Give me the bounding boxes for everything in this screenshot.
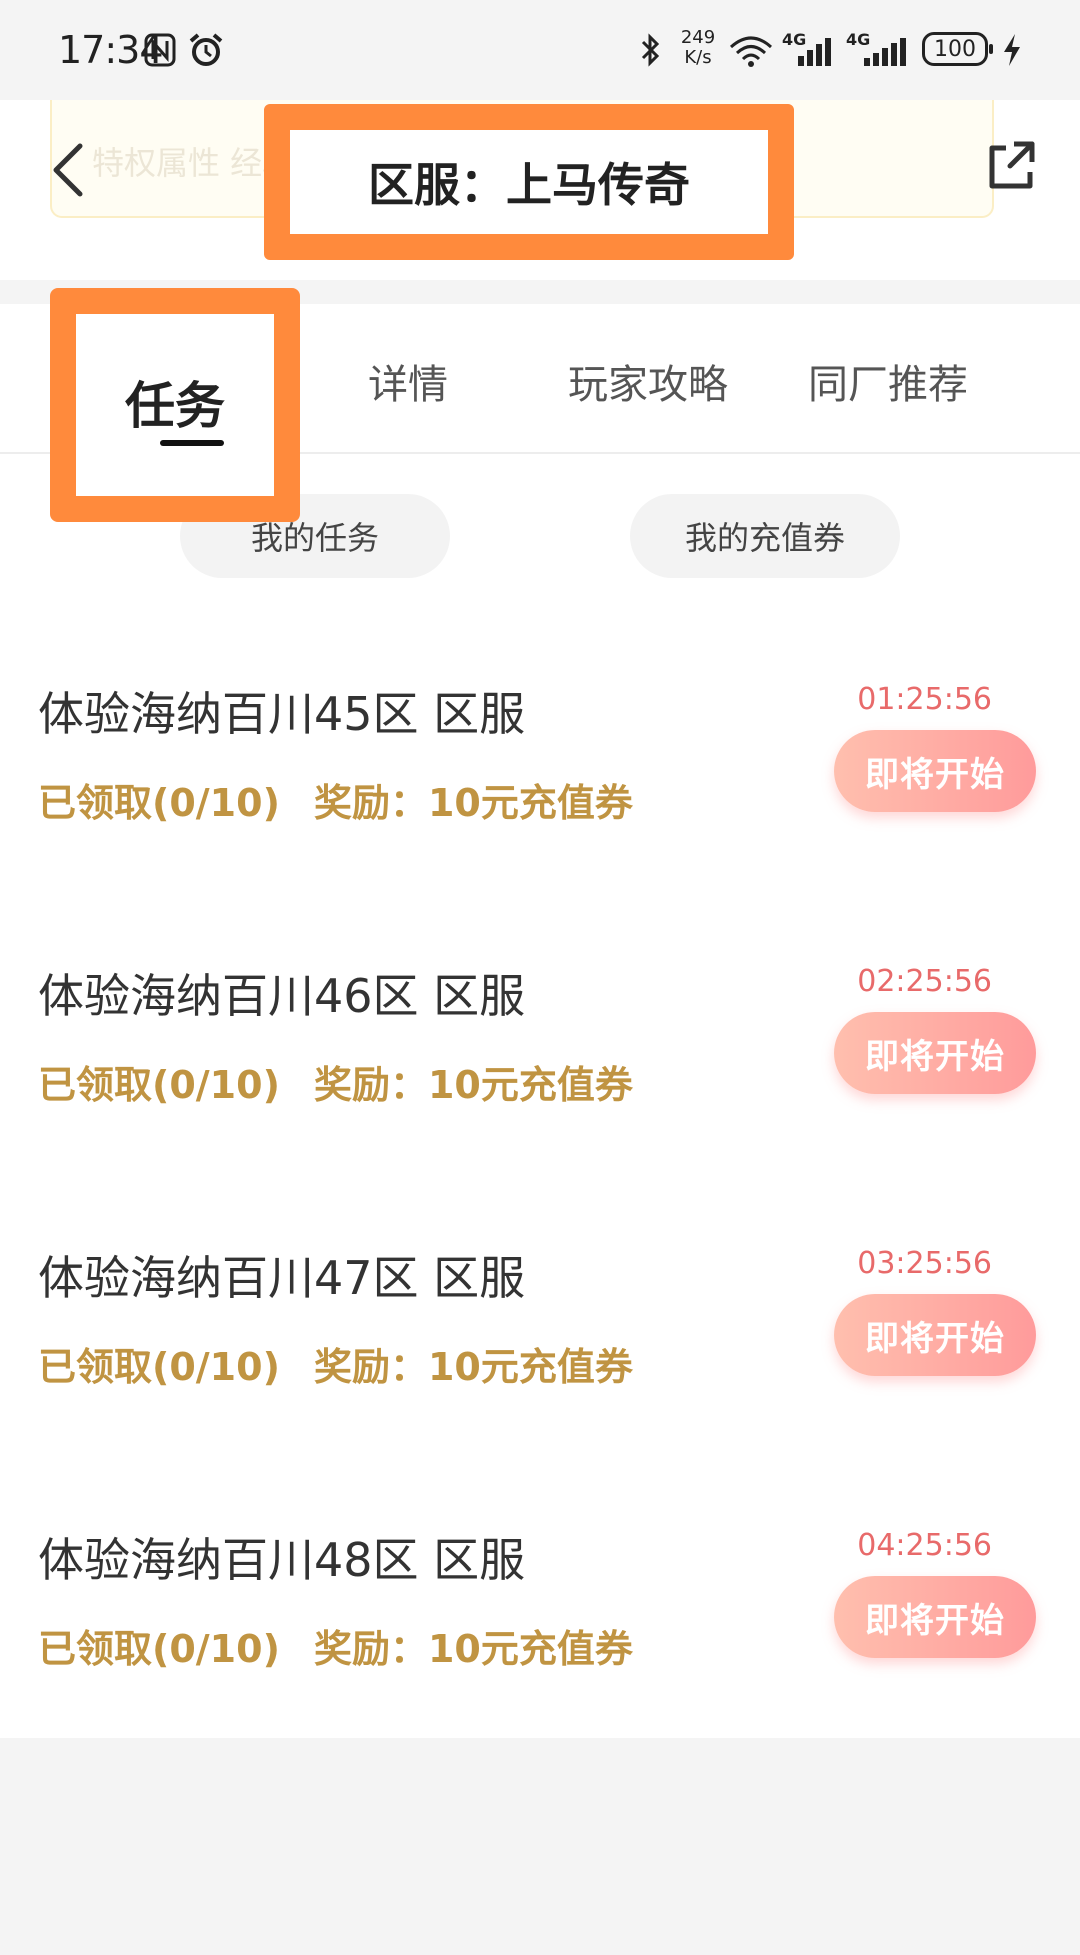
share-button[interactable]	[984, 138, 1040, 194]
task-meta: 已领取(0/10) 奖励：10元充值券	[38, 772, 633, 827]
share-icon	[989, 141, 1035, 189]
task-start-button[interactable]: 即将开始	[834, 1012, 1036, 1094]
tab-details[interactable]: 详情	[288, 352, 528, 410]
task-reward: 奖励：10元充值券	[313, 1063, 633, 1107]
task-timer: 01:25:56	[857, 682, 992, 717]
signal-4g-icon-2: 4G	[846, 30, 912, 70]
my-vouchers-button[interactable]: 我的充值券	[630, 494, 900, 578]
tab-tasks[interactable]: 任务	[50, 288, 300, 522]
back-button[interactable]	[46, 138, 90, 202]
wifi-icon	[726, 30, 776, 70]
task-claimed: 已领取(0/10)	[38, 1063, 280, 1107]
task-title: 体验海纳百川45区 区服	[38, 687, 526, 741]
signal-4g-icon: 4G	[782, 30, 838, 70]
page-title: 区服：上马传奇	[368, 158, 690, 212]
task-reward: 奖励：10元充值券	[313, 1627, 633, 1671]
task-title: 体验海纳百川47区 区服	[38, 1251, 526, 1305]
task-meta: 已领取(0/10) 奖励：10元充值券	[38, 1054, 633, 1109]
task-reward: 奖励：10元充值券	[313, 781, 633, 825]
task-timer: 02:25:56	[857, 964, 992, 999]
task-claimed: 已领取(0/10)	[38, 1627, 280, 1671]
task-title: 体验海纳百川46区 区服	[38, 969, 526, 1023]
task-start-button[interactable]: 即将开始	[834, 1294, 1036, 1376]
task-meta: 已领取(0/10) 奖励：10元充值券	[38, 1336, 633, 1391]
task-item: 体验海纳百川45区 区服 已领取(0/10) 奖励：10元充值券 01:25:56…	[0, 678, 1080, 898]
tab-tasks-label: 任务	[125, 377, 225, 435]
task-start-button[interactable]: 即将开始	[834, 1576, 1036, 1658]
task-timer: 03:25:56	[857, 1246, 992, 1281]
app-screen: 17:34 249 K/s 4G 4G 100 特权属性 区服：上马传奇 任务 …	[0, 0, 1080, 1955]
task-meta: 已领取(0/10) 奖励：10元充值券	[38, 1618, 633, 1673]
task-timer: 04:25:56	[857, 1528, 992, 1563]
bluetooth-icon	[636, 30, 666, 70]
tab-active-indicator	[160, 440, 224, 446]
task-content: 我的任务 我的充值券 体验海纳百川45区 区服 已领取(0/10) 奖励：10元充…	[0, 454, 1080, 1738]
task-claimed: 已领取(0/10)	[38, 781, 280, 825]
task-title: 体验海纳百川48区 区服	[38, 1533, 526, 1587]
tab-player-guides[interactable]: 玩家攻略	[528, 352, 768, 410]
task-item: 体验海纳百川48区 区服 已领取(0/10) 奖励：10元充值券 04:25:56…	[0, 1524, 1080, 1744]
chevron-left-icon	[53, 143, 83, 197]
battery-indicator: 100	[922, 32, 993, 66]
tab-bar: 任务 详情 玩家攻略 同厂推荐	[0, 288, 1080, 522]
task-start-button[interactable]: 即将开始	[834, 730, 1036, 812]
task-item: 体验海纳百川46区 区服 已领取(0/10) 奖励：10元充值券 02:25:56…	[0, 960, 1080, 1180]
alarm-icon	[186, 30, 226, 70]
task-claimed: 已领取(0/10)	[38, 1345, 280, 1389]
task-item: 体验海纳百川47区 区服 已领取(0/10) 奖励：10元充值券 03:25:56…	[0, 1242, 1080, 1462]
page-title-highlight: 区服：上马传奇	[264, 104, 794, 260]
status-bar: 17:34 249 K/s 4G 4G 100	[0, 0, 1080, 100]
task-reward: 奖励：10元充值券	[313, 1345, 633, 1389]
tab-same-publisher[interactable]: 同厂推荐	[768, 352, 1008, 410]
top-header: 特权属性 经验值 %、 %、每秒回血… 区服：上马传奇	[0, 100, 1080, 280]
net-speed: 249 K/s	[680, 27, 716, 68]
charging-icon	[1000, 30, 1024, 70]
nfc-icon	[142, 30, 178, 70]
